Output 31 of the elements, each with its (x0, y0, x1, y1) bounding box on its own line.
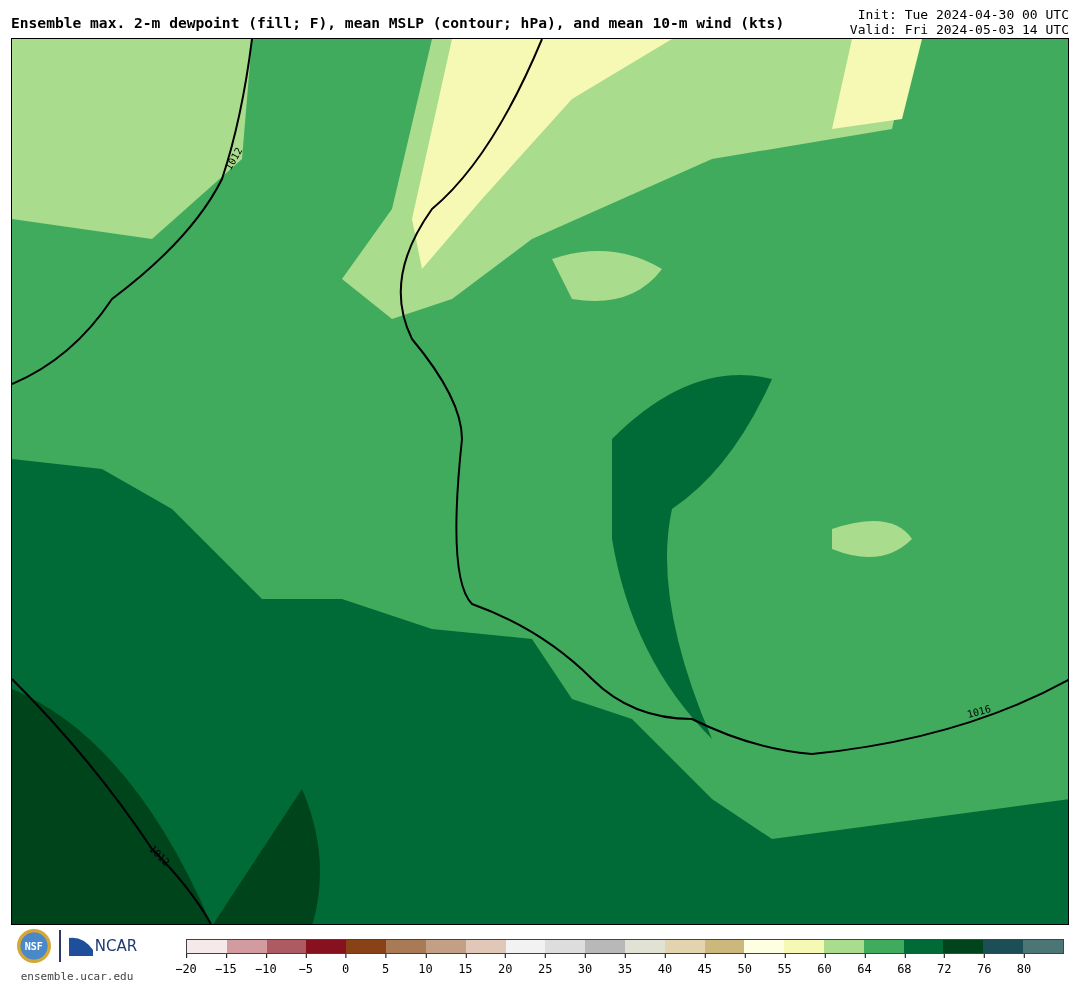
tick-label: 80 (1016, 954, 1032, 978)
tick-label: −5 (298, 954, 313, 978)
site-url: ensemble.ucar.edu (20, 969, 134, 985)
tick-label: 50 (737, 954, 752, 978)
init-time: Init: Tue 2024-04-30 00 UTC (856, 7, 1069, 22)
ncar-logo: NCAR (94, 935, 138, 957)
tick-label: 0 (342, 954, 350, 978)
nsf-logo: NSF (16, 929, 51, 963)
tick-label: 72 (937, 954, 952, 978)
tick-label: 30 (577, 954, 593, 978)
tick-label: 64 (857, 954, 872, 978)
tick-label: −20 (175, 954, 197, 978)
tick-label: 35 (617, 954, 633, 978)
tick-label: 60 (817, 954, 832, 978)
tick-label: 5 (381, 954, 390, 978)
tick-label: 25 (537, 954, 553, 978)
tick-label: 76 (976, 954, 992, 978)
tick-label: 15 (458, 954, 473, 978)
tick-label: −10 (254, 954, 277, 978)
tick-label: 10 (418, 954, 433, 978)
valid-time: Valid: Fri 2024-05-03 14 UTC (849, 22, 1069, 37)
tick-label: 55 (777, 954, 792, 978)
chart-title: Ensemble max. 2-m dewpoint (fill; F), mean MSLP (contour; hPa), and mean 10-m wind (kts) (11, 16, 785, 34)
tick-label: 45 (697, 954, 713, 978)
tick-label: −15 (215, 954, 237, 978)
tick-label: 68 (897, 954, 912, 978)
divider-line (58, 930, 61, 962)
contour-label: 1016 (966, 704, 992, 720)
tick-label: 20 (498, 954, 513, 978)
tick-label: 40 (657, 954, 673, 978)
swoosh-icon (68, 936, 93, 956)
